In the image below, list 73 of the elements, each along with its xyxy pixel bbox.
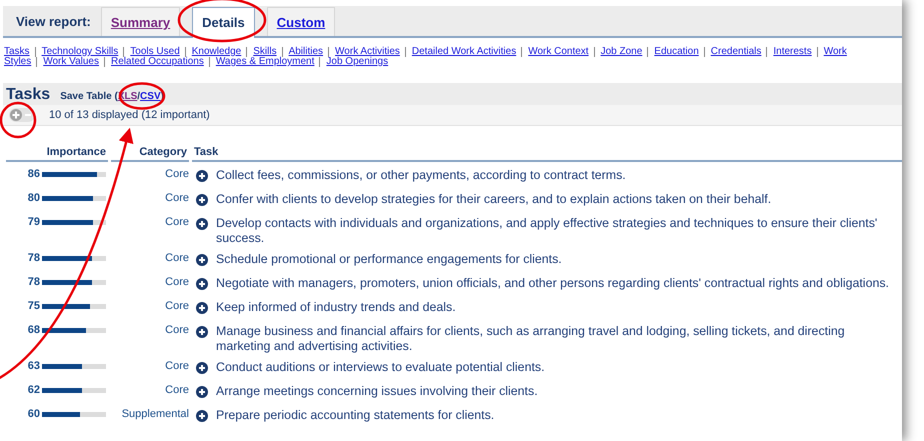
plus-circle-icon[interactable]	[196, 386, 208, 398]
task-text: Keep informed of industry trends and deals.	[216, 300, 456, 315]
nav-link[interactable]: Job Openings	[319, 57, 394, 67]
nav-link[interactable]: Wages & Employment	[208, 57, 320, 67]
importance-score: 80	[28, 192, 40, 204]
task-text: Conduct auditions or interviews to evaluate potential clients.	[216, 360, 545, 375]
task-text: Manage business and financial affairs for clients, such as arranging travel and lodging, selling tickets, and directing marketing and advertising activities.	[216, 324, 846, 354]
column-header[interactable]: Importance	[6, 146, 108, 162]
nav-link[interactable]: Knowledge	[184, 47, 246, 57]
plus-circle-icon[interactable]	[196, 362, 208, 374]
category-cell-text: Core	[165, 384, 189, 398]
nav-link[interactable]: Abilities	[282, 47, 328, 57]
section-title: Tasks	[6, 85, 50, 105]
importance-score: 62	[28, 384, 40, 396]
category-cell-text: Supplemental	[122, 408, 189, 422]
nav-link[interactable]: Styles	[4, 57, 36, 67]
task-text: Collect fees, commissions, or other payments, according to contract terms.	[216, 168, 626, 183]
importance-score: 78	[28, 252, 40, 264]
task-text: Prepare periodic accounting statements for clients.	[216, 408, 494, 423]
nav-link[interactable]: Tools Used	[123, 47, 185, 57]
slash-separator: /	[137, 90, 140, 104]
category-cell-text: Core	[165, 300, 189, 314]
importance-score: 68	[28, 324, 40, 336]
plus-circle-icon[interactable]	[196, 278, 208, 290]
view-report-label: View report:	[16, 14, 91, 28]
plus-circle-icon[interactable]	[196, 170, 208, 182]
importance-score: 63	[28, 360, 40, 372]
importance-score: 60	[28, 408, 40, 420]
plus-circle-icon[interactable]	[196, 194, 208, 206]
task-text: Schedule promotional or performance engagements for clients.	[216, 252, 562, 267]
nav-link[interactable]: Related Occupations	[104, 57, 209, 67]
category-cell-text: Core	[165, 252, 189, 266]
nav-link[interactable]: Work Activities	[328, 47, 405, 57]
task-text: Negotiate with managers, promoters, union officials, and other persons regarding clients' contractual rights and obligations.	[216, 276, 889, 291]
category-cell-text: Core	[165, 324, 189, 338]
plus-circle-icon[interactable]	[196, 326, 208, 338]
nav-link[interactable]: Skills	[246, 47, 282, 57]
plus-circle-icon[interactable]	[196, 254, 208, 266]
nav-link[interactable]: Technology Skills	[34, 47, 124, 57]
report-tab[interactable]: Details	[192, 7, 255, 38]
column-header[interactable]: Category	[111, 146, 189, 162]
category-cell-text: Core	[165, 360, 189, 374]
importance-score: 86	[28, 168, 40, 180]
category-cell-text: Core	[165, 192, 189, 206]
download-link[interactable]: CSV	[140, 89, 161, 105]
save-table-label: Save Table (	[60, 90, 118, 104]
importance-score: 79	[28, 216, 40, 228]
display-count: 10 of 13 displayed (12 important)	[49, 109, 210, 121]
plus-circle-icon[interactable]	[196, 410, 208, 422]
category-cell-text: Core	[165, 216, 189, 230]
nav-link[interactable]: Work Context	[521, 47, 594, 57]
nav-link[interactable]: Interests	[766, 47, 817, 57]
task-text: Confer with clients to develop strategies for their careers, and to explain actions taken on their behalf.	[216, 192, 772, 207]
importance-score: 75	[28, 300, 40, 312]
column-header[interactable]: Task	[192, 146, 902, 162]
nav-link[interactable]: Tasks	[4, 47, 35, 57]
plus-circle-icon[interactable]	[196, 302, 208, 314]
report-tab[interactable]: Custom	[266, 7, 336, 36]
task-text: Arrange meetings concerning issues involving their clients.	[216, 384, 538, 399]
category-cell-text: Core	[165, 168, 189, 182]
report-tab[interactable]: Summary	[100, 7, 180, 36]
expand-collapse-toggle[interactable]	[9, 108, 35, 122]
nav-link[interactable]: Work Values	[36, 57, 104, 67]
nav-link[interactable]: Credentials	[704, 47, 766, 57]
importance-score: 78	[28, 276, 40, 288]
nav-link[interactable]: Detailed Work Activities	[404, 47, 522, 57]
nav-link[interactable]: Work	[816, 47, 852, 57]
nav-link[interactable]: Education	[647, 47, 704, 57]
plus-circle-icon[interactable]	[196, 218, 208, 230]
task-text: Develop contacts with individuals and organizations, and apply effective strategies and techniques to ensure their clients' success.	[216, 216, 878, 246]
annotation-circle	[118, 82, 166, 110]
category-cell-text: Core	[165, 276, 189, 290]
nav-link[interactable]: Job Zone	[594, 47, 648, 57]
